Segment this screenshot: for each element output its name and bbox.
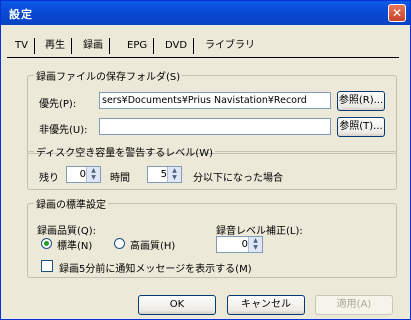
- tab-library[interactable]: ライブラリ: [205, 38, 255, 54]
- save-folder-legend: 録画ファイルの保存フォルダ(S): [36, 72, 181, 83]
- ok-button[interactable]: OK: [138, 295, 216, 315]
- quality-label: 録画品質(Q):: [37, 226, 97, 237]
- spin-down-icon[interactable]: ▼: [249, 244, 262, 251]
- secondary-folder-label: 非優先(U):: [39, 125, 88, 136]
- save-folder-group: 録画ファイルの保存フォルダ(S): [27, 68, 397, 154]
- spin-up-icon[interactable]: ▲: [249, 237, 262, 244]
- close-button[interactable]: ✕: [388, 4, 406, 22]
- disk-warning-legend: ディスク空き容量を警告するレベル(W): [36, 148, 213, 159]
- spin-up-icon[interactable]: ▲: [168, 167, 181, 174]
- quality-standard-radio[interactable]: [41, 238, 52, 249]
- audio-level-label: 録音レベル補正(L):: [216, 226, 303, 237]
- primary-folder-field[interactable]: sers¥Documents¥Prius Navistation¥Record: [99, 92, 331, 109]
- audio-level-stepper[interactable]: 0 ▲ ▼: [216, 236, 263, 253]
- tab-playback[interactable]: 再生: [45, 38, 72, 54]
- apply-button[interactable]: 適用(A): [315, 295, 393, 315]
- remaining-label: 残り: [39, 173, 59, 184]
- hours-stepper[interactable]: 0 ▲ ▼: [66, 166, 101, 183]
- spin-up-icon[interactable]: ▲: [87, 167, 100, 174]
- quality-standard-label[interactable]: 標準(N): [57, 237, 92, 252]
- window-title: 設定: [9, 8, 33, 21]
- notify-label[interactable]: 録画5分前に通知メッセージを表示する(M): [59, 260, 252, 275]
- spin-down-icon[interactable]: ▼: [87, 174, 100, 181]
- title-bar: 設定 ✕: [1, 1, 410, 25]
- secondary-folder-field[interactable]: [99, 118, 331, 135]
- quality-high-label[interactable]: 高画質(H): [130, 237, 175, 252]
- settings-dialog: 設定 ✕ TV 再生 録画 EPG DVD ライブラリ 録画ファイルの保存フォル…: [0, 0, 411, 320]
- close-icon: ✕: [391, 6, 403, 20]
- recording-defaults-legend: 録画の標準設定: [36, 200, 106, 211]
- minutes-stepper[interactable]: 5 ▲ ▼: [147, 166, 182, 183]
- tab-recording[interactable]: 録画: [83, 38, 110, 54]
- audio-spin-arrows[interactable]: ▲ ▼: [248, 237, 262, 252]
- tab-dvd[interactable]: DVD: [165, 38, 195, 54]
- cancel-button[interactable]: キャンセル: [227, 295, 305, 315]
- recording-tab-panel: 録画ファイルの保存フォルダ(S) 優先(P): sers¥Documents¥P…: [11, 58, 399, 286]
- hours-spin-arrows[interactable]: ▲ ▼: [86, 167, 100, 182]
- notify-checkbox[interactable]: [41, 260, 53, 272]
- primary-folder-label: 優先(P):: [39, 99, 77, 110]
- warning-suffix-label: 分以下になった場合: [193, 173, 283, 184]
- primary-browse-button[interactable]: 参照(R)...: [337, 91, 385, 111]
- spin-down-icon[interactable]: ▼: [168, 174, 181, 181]
- minutes-spin-arrows[interactable]: ▲ ▼: [167, 167, 181, 182]
- tab-tv[interactable]: TV: [15, 38, 35, 54]
- hours-label: 時間: [110, 173, 130, 184]
- tab-epg[interactable]: EPG: [127, 38, 155, 54]
- secondary-browse-button[interactable]: 参照(T)...: [337, 117, 385, 137]
- quality-high-radio[interactable]: [114, 238, 125, 249]
